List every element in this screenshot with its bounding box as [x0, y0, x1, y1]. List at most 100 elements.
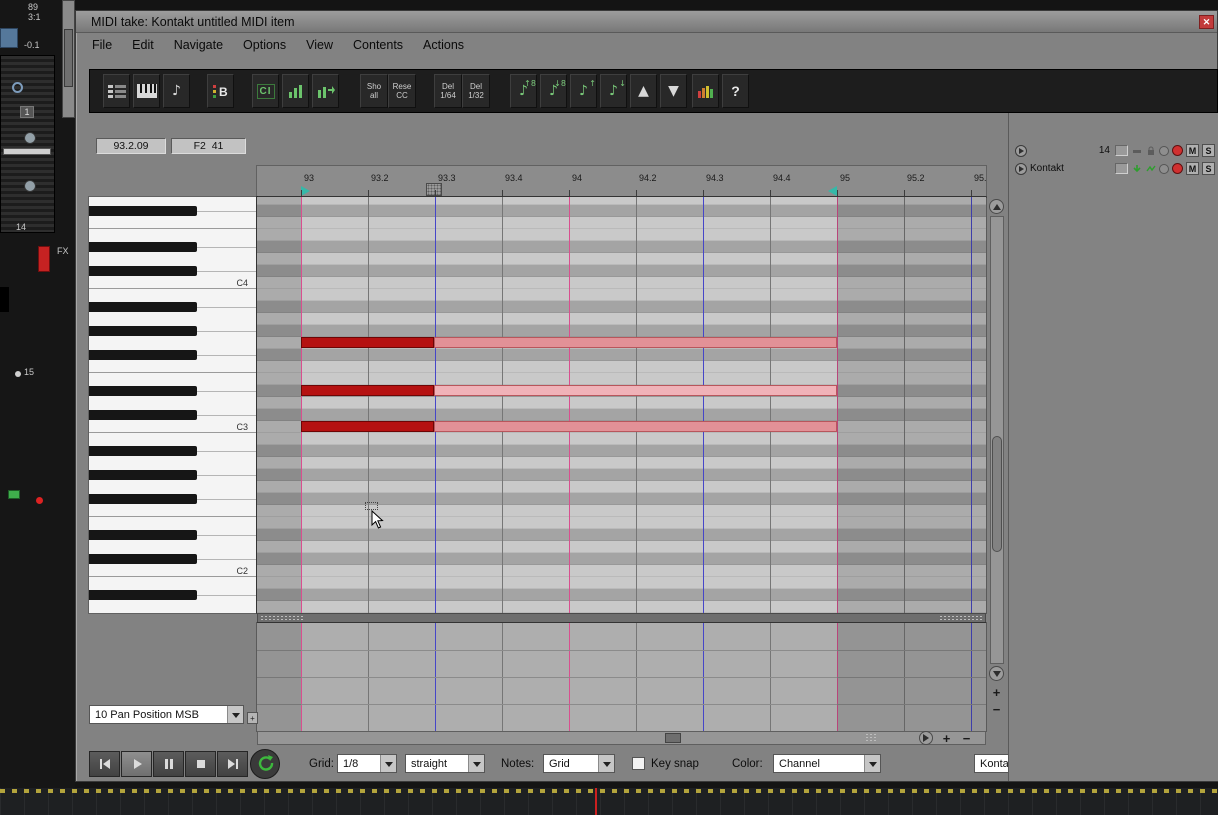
piano-key-C#3[interactable]	[89, 410, 197, 420]
monitor-icon[interactable]	[1145, 163, 1156, 174]
piano-key-G#3[interactable]	[89, 326, 197, 336]
piano-keyboard[interactable]: C4C3C2	[89, 197, 257, 613]
midi-note-selected-g3[interactable]	[434, 337, 837, 348]
chevron-down-icon[interactable]	[864, 755, 880, 772]
record-arm-button[interactable]	[1172, 145, 1183, 156]
splitter-grip-right[interactable]	[939, 615, 983, 621]
piano-key-G#2[interactable]	[89, 470, 197, 480]
track-row[interactable]: Kontakt M S	[1015, 160, 1215, 177]
delete-1-32-button[interactable]: Del 1/32	[462, 74, 490, 108]
hscroll-grip[interactable]	[865, 733, 878, 743]
menu-item-file[interactable]: File	[82, 35, 122, 55]
help-button[interactable]: ?	[722, 74, 749, 108]
piano-key-F#4[interactable]	[89, 206, 197, 216]
note-position-readout[interactable]: F2 41	[171, 138, 246, 154]
menu-item-actions[interactable]: Actions	[413, 35, 474, 55]
vertical-scrollbar-thumb[interactable]	[992, 436, 1002, 552]
pause-button[interactable]	[153, 751, 184, 777]
lane-splitter[interactable]	[257, 613, 986, 623]
selection-end-marker[interactable]	[828, 186, 837, 196]
main-vertical-scrollbar[interactable]	[62, 0, 75, 118]
cc-lane[interactable]	[257, 623, 986, 731]
midi-note-g3[interactable]	[301, 337, 434, 348]
input-arrow-icon[interactable]	[1131, 163, 1142, 174]
timeline-ruler[interactable]: 9393.293.393.49494.294.394.49595.295.3	[257, 166, 986, 197]
note-octave-up-button[interactable]: ♪↑8	[510, 74, 537, 108]
transpose-down-button[interactable]: ▼	[660, 74, 687, 108]
selection-start-marker[interactable]	[301, 186, 310, 196]
midi-note-c3[interactable]	[301, 421, 434, 432]
edit-cursor-marker[interactable]	[426, 183, 442, 196]
event-list-view-button[interactable]	[103, 74, 130, 108]
piano-key-C#4[interactable]	[89, 266, 197, 276]
mute-button[interactable]: M	[1186, 162, 1199, 175]
lock-icon[interactable]	[1145, 145, 1156, 156]
menu-item-navigate[interactable]: Navigate	[164, 35, 233, 55]
scrollbar-thumb[interactable]	[64, 29, 73, 87]
power-icon[interactable]	[12, 82, 23, 93]
piano-key-A#1[interactable]	[89, 590, 197, 600]
notation-view-button[interactable]: ♪	[163, 74, 190, 108]
piano-key-C#2[interactable]	[89, 554, 197, 564]
transpose-up-button[interactable]: ▲	[630, 74, 657, 108]
link-icon[interactable]	[1131, 145, 1142, 156]
delete-1-64-button[interactable]: Del 1/64	[434, 74, 462, 108]
chevron-down-icon[interactable]	[380, 755, 396, 772]
filter-events-button[interactable]: B	[207, 74, 234, 108]
solo-button[interactable]: S	[1202, 162, 1215, 175]
play-button[interactable]	[121, 751, 152, 777]
note-semitone-down-button[interactable]: ♪↓	[600, 74, 627, 108]
swing-dropdown[interactable]: straight	[405, 754, 485, 773]
vertical-zoom-out-button[interactable]: −	[989, 702, 1004, 717]
titlebar[interactable]: MIDI take: Kontakt untitled MIDI item ✕	[76, 11, 1217, 33]
piano-key-A#3[interactable]	[89, 302, 197, 312]
piano-key-F#2[interactable]	[89, 494, 197, 504]
go-to-start-button[interactable]	[89, 751, 120, 777]
go-to-end-button[interactable]	[217, 751, 248, 777]
scroll-right-button[interactable]	[919, 731, 933, 745]
width-knob[interactable]	[24, 180, 36, 192]
track-play-icon[interactable]	[1015, 163, 1027, 175]
chevron-down-icon[interactable]	[598, 755, 614, 772]
track-play-icon[interactable]	[1015, 145, 1027, 157]
reset-cc-button[interactable]: Rese CC	[388, 74, 416, 108]
vertical-zoom-in-button[interactable]: +	[989, 685, 1004, 700]
key-snap-checkbox[interactable]	[632, 757, 645, 770]
solo-button[interactable]: S	[1202, 144, 1215, 157]
scroll-down-button[interactable]	[989, 666, 1004, 681]
cc-lane-selector[interactable]: 10 Pan Position MSB	[89, 705, 244, 724]
track-field-box[interactable]	[1115, 163, 1128, 174]
piano-key-D#4[interactable]	[89, 242, 197, 252]
main-window-ruler[interactable]	[0, 788, 1218, 815]
piano-key-A#2[interactable]	[89, 446, 197, 456]
cc-edit-tool-button[interactable]: CI	[252, 74, 279, 108]
chevron-down-icon[interactable]	[227, 706, 243, 723]
horizontal-zoom-in-button[interactable]: +	[939, 731, 954, 746]
fader-handle[interactable]	[3, 148, 51, 155]
midi-note-selected-ds3[interactable]	[434, 385, 837, 396]
chevron-down-icon[interactable]	[468, 755, 484, 772]
stop-button[interactable]	[185, 751, 216, 777]
time-position-readout[interactable]: 93.2.09	[96, 138, 166, 154]
menu-item-edit[interactable]: Edit	[122, 35, 164, 55]
track-fader[interactable]	[0, 55, 55, 233]
record-arm-indicator[interactable]	[38, 246, 50, 272]
horizontal-zoom-out-button[interactable]: −	[959, 731, 974, 746]
menu-item-options[interactable]: Options	[233, 35, 296, 55]
midi-note-ds3[interactable]	[301, 385, 434, 396]
piano-key-D#3[interactable]	[89, 386, 197, 396]
record-arm-button[interactable]	[1172, 163, 1183, 174]
show-all-button[interactable]: Sho all	[360, 74, 388, 108]
midi-note-selected-c3[interactable]	[434, 421, 837, 432]
piano-roll-view-button[interactable]	[133, 74, 160, 108]
color-mode-dropdown[interactable]: Channel	[773, 754, 881, 773]
note-octave-down-button[interactable]: ♪↓8	[540, 74, 567, 108]
cc-move-button[interactable]	[312, 74, 339, 108]
vertical-scrollbar[interactable]	[990, 216, 1004, 664]
track-field-box[interactable]	[1115, 145, 1128, 156]
horizontal-scrollbar-thumb[interactable]	[665, 733, 681, 743]
piano-key-D#2[interactable]	[89, 530, 197, 540]
cc-bars-button[interactable]	[282, 74, 309, 108]
piano-roll-grid[interactable]	[257, 197, 986, 613]
piano-key-F#3[interactable]	[89, 350, 197, 360]
